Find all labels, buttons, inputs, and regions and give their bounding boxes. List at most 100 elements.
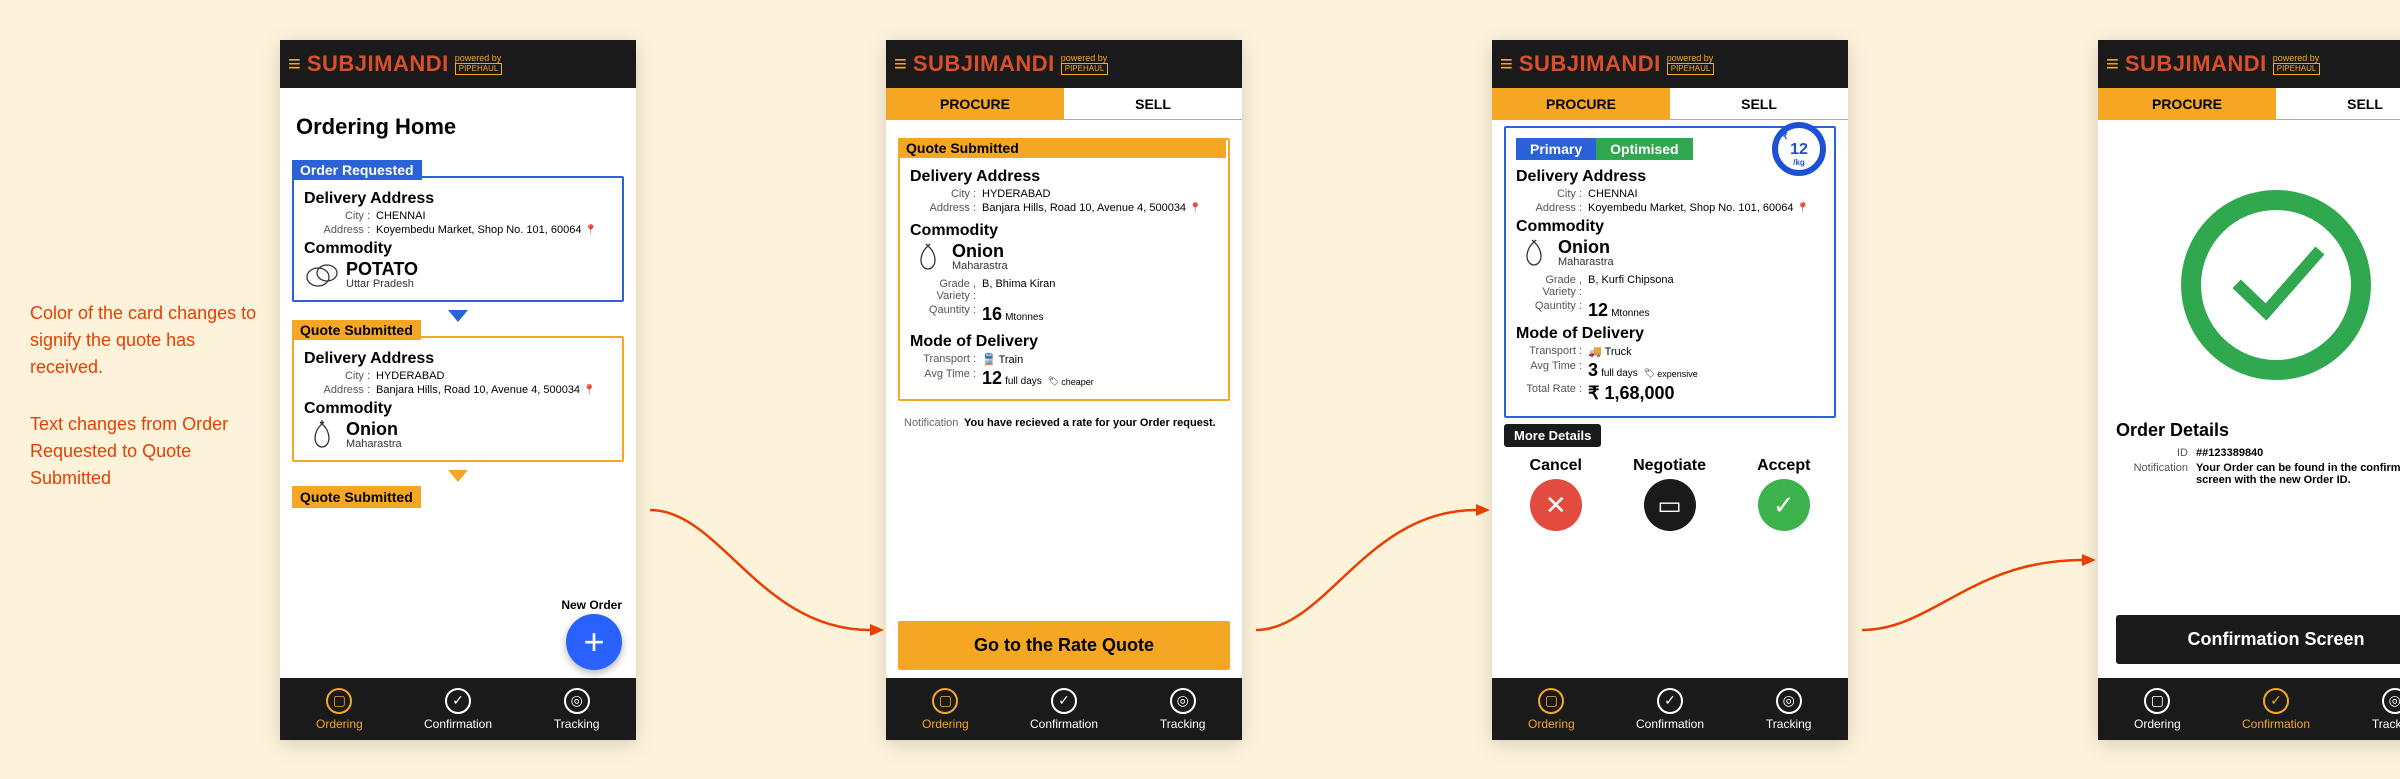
hamburger-icon[interactable]: ≡ [894, 51, 907, 77]
nav-ordering[interactable]: ▢Ordering [2098, 678, 2217, 740]
onion-icon [910, 242, 946, 272]
order-notification: Your Order can be found in the confirmat… [2196, 462, 2400, 486]
action-row: Cancel✕ Negotiate▭ Accept✓ [1504, 457, 1836, 531]
ordering-icon: ▢ [1538, 688, 1564, 714]
pill-optimised[interactable]: Optimised [1596, 138, 1692, 160]
tab-procure[interactable]: PROCURE [2098, 88, 2276, 120]
train-icon: 🚆 [982, 354, 996, 366]
cancel-icon: ✕ [1530, 479, 1582, 531]
card-tag-submitted: Quote Submitted [292, 320, 421, 340]
accept-action[interactable]: Accept✓ [1757, 457, 1810, 531]
annotation-para-1: Color of the card changes to signify the… [30, 300, 270, 381]
bottom-nav: ▢Ordering ✓Confirmation ◎Tracking [280, 678, 636, 740]
potato-icon [304, 260, 340, 290]
success-check-icon [2181, 190, 2371, 380]
onion-icon [304, 420, 340, 450]
bottom-nav: ▢Ordering ✓Confirmation ◎Tracking [886, 678, 1242, 740]
total-rate-value: ₹ 1,68,000 [1588, 383, 1824, 404]
new-order-fab[interactable]: + [566, 614, 622, 670]
check-icon: ✓ [2263, 688, 2289, 714]
bottom-nav: ▢Ordering ✓Confirmation ◎Tracking [1492, 678, 1848, 740]
nav-tracking[interactable]: ◎Tracking [517, 678, 636, 740]
powered-by: powered byPIPEHAUL [1667, 54, 1715, 75]
hamburger-icon[interactable]: ≡ [2106, 51, 2119, 77]
card-tag: Quote Submitted [898, 138, 1226, 158]
quote-card: Quote Submitted Delivery Address City :H… [898, 138, 1230, 401]
ordering-icon: ▢ [326, 688, 352, 714]
powered-by: powered byPIPEHAUL [1061, 54, 1109, 75]
app-topbar: ≡ SUBJIMANDI powered byPIPEHAUL [886, 40, 1242, 88]
chat-icon: ▭ [1644, 479, 1696, 531]
ordering-icon: ▢ [2144, 688, 2170, 714]
app-topbar: ≡ SUBJIMANDI powered byPIPEHAUL [1492, 40, 1848, 88]
page-title: Ordering Home [296, 114, 620, 140]
screen-quote-submitted: ≡ SUBJIMANDI powered byPIPEHAUL PROCURE … [886, 40, 1242, 740]
tab-sell[interactable]: SELL [1064, 88, 1242, 120]
app-topbar: ≡ SUBJIMANDI powered byPIPEHAUL [280, 40, 636, 88]
card-pointer-icon [448, 470, 468, 482]
notification-row: Notification You have recieved a rate fo… [904, 417, 1224, 429]
check-icon: ✓ [1657, 688, 1683, 714]
bottom-nav: ▢Ordering ✓Confirmation ◎Tracking [2098, 678, 2400, 740]
tab-procure[interactable]: PROCURE [886, 88, 1064, 120]
location-icon: ◎ [564, 688, 590, 714]
tab-sell[interactable]: SELL [1670, 88, 1848, 120]
top-tabs: PROCURE SELL [886, 88, 1242, 120]
brand-logo: SUBJIMANDI [307, 51, 449, 77]
screen-ordering-home: ≡ SUBJIMANDI powered byPIPEHAUL Ordering… [280, 40, 636, 740]
nav-confirmation[interactable]: ✓Confirmation [1611, 678, 1730, 740]
hamburger-icon[interactable]: ≡ [288, 51, 301, 77]
brand-logo: SUBJIMANDI [1519, 51, 1661, 77]
order-id-value: ##123389840 [2196, 447, 2400, 459]
order-card-submitted[interactable]: Quote Submitted Delivery Address City :H… [292, 336, 624, 462]
app-topbar: ≡ SUBJIMANDI powered byPIPEHAUL [2098, 40, 2400, 88]
accept-icon: ✓ [1758, 479, 1810, 531]
map-pin-icon: 📍 [1797, 203, 1809, 214]
screen-rate-quote: ≡ SUBJIMANDI powered byPIPEHAUL PROCURE … [1492, 40, 1848, 740]
map-pin-icon: 📍 [583, 385, 595, 396]
nav-confirmation[interactable]: ✓Confirmation [2217, 678, 2336, 740]
negotiate-action[interactable]: Negotiate▭ [1633, 457, 1706, 531]
truck-icon: 🚚 [1588, 346, 1602, 358]
commodity-name: POTATO [346, 260, 418, 278]
more-details-button[interactable]: More Details [1504, 424, 1601, 447]
location-icon: ◎ [1170, 688, 1196, 714]
ordering-icon: ▢ [932, 688, 958, 714]
location-icon: ◎ [2382, 688, 2400, 714]
go-to-rate-quote-button[interactable]: Go to the Rate Quote [898, 621, 1230, 670]
quote-detail-card: ₹ 12 /kg Primary Optimised Delivery Addr… [1504, 126, 1836, 418]
top-tabs: PROCURE SELL [1492, 88, 1848, 120]
location-icon: ◎ [1776, 688, 1802, 714]
brand-logo: SUBJIMANDI [2125, 51, 2267, 77]
screen-order-confirmed: ≡ SUBJIMANDI powered byPIPEHAUL PROCURE … [2098, 40, 2400, 740]
hamburger-icon[interactable]: ≡ [1500, 51, 1513, 77]
nav-confirmation[interactable]: ✓Confirmation [399, 678, 518, 740]
nav-ordering[interactable]: ▢Ordering [280, 678, 399, 740]
city-value: CHENNAI [376, 210, 612, 222]
rate-badge: ₹ 12 /kg [1772, 122, 1826, 176]
cancel-action[interactable]: Cancel✕ [1530, 457, 1582, 531]
address-value: Koyembedu Market, Shop No. 101, 60064 📍 [376, 224, 612, 236]
tab-sell[interactable]: SELL [2276, 88, 2400, 120]
nav-tracking[interactable]: ◎Tracking [2335, 678, 2400, 740]
nav-ordering[interactable]: ▢Ordering [1492, 678, 1611, 740]
nav-tracking[interactable]: ◎Tracking [1729, 678, 1848, 740]
pill-primary[interactable]: Primary [1516, 138, 1596, 160]
nav-ordering[interactable]: ▢Ordering [886, 678, 1005, 740]
price-tag-icon: 🏷cheaper [1048, 376, 1094, 387]
price-tag-icon: 🏷expensive [1644, 368, 1698, 379]
map-pin-icon: 📍 [585, 225, 597, 236]
onion-icon [1516, 238, 1552, 268]
top-tabs: PROCURE SELL [2098, 88, 2400, 120]
nav-tracking[interactable]: ◎Tracking [1123, 678, 1242, 740]
success-content: Order Details ID##123389840 Notification… [2098, 120, 2400, 601]
tab-procure[interactable]: PROCURE [1492, 88, 1670, 120]
check-icon: ✓ [1051, 688, 1077, 714]
powered-by: powered byPIPEHAUL [455, 54, 503, 75]
annotation-para-2: Text changes from Order Requested to Quo… [30, 411, 270, 492]
new-order-label: New Order [561, 598, 622, 612]
order-card-requested[interactable]: Order Requested Delivery Address City :C… [292, 176, 624, 302]
delivery-address-heading: Delivery Address [304, 190, 612, 208]
confirmation-screen-button[interactable]: Confirmation Screen [2116, 615, 2400, 664]
nav-confirmation[interactable]: ✓Confirmation [1005, 678, 1124, 740]
